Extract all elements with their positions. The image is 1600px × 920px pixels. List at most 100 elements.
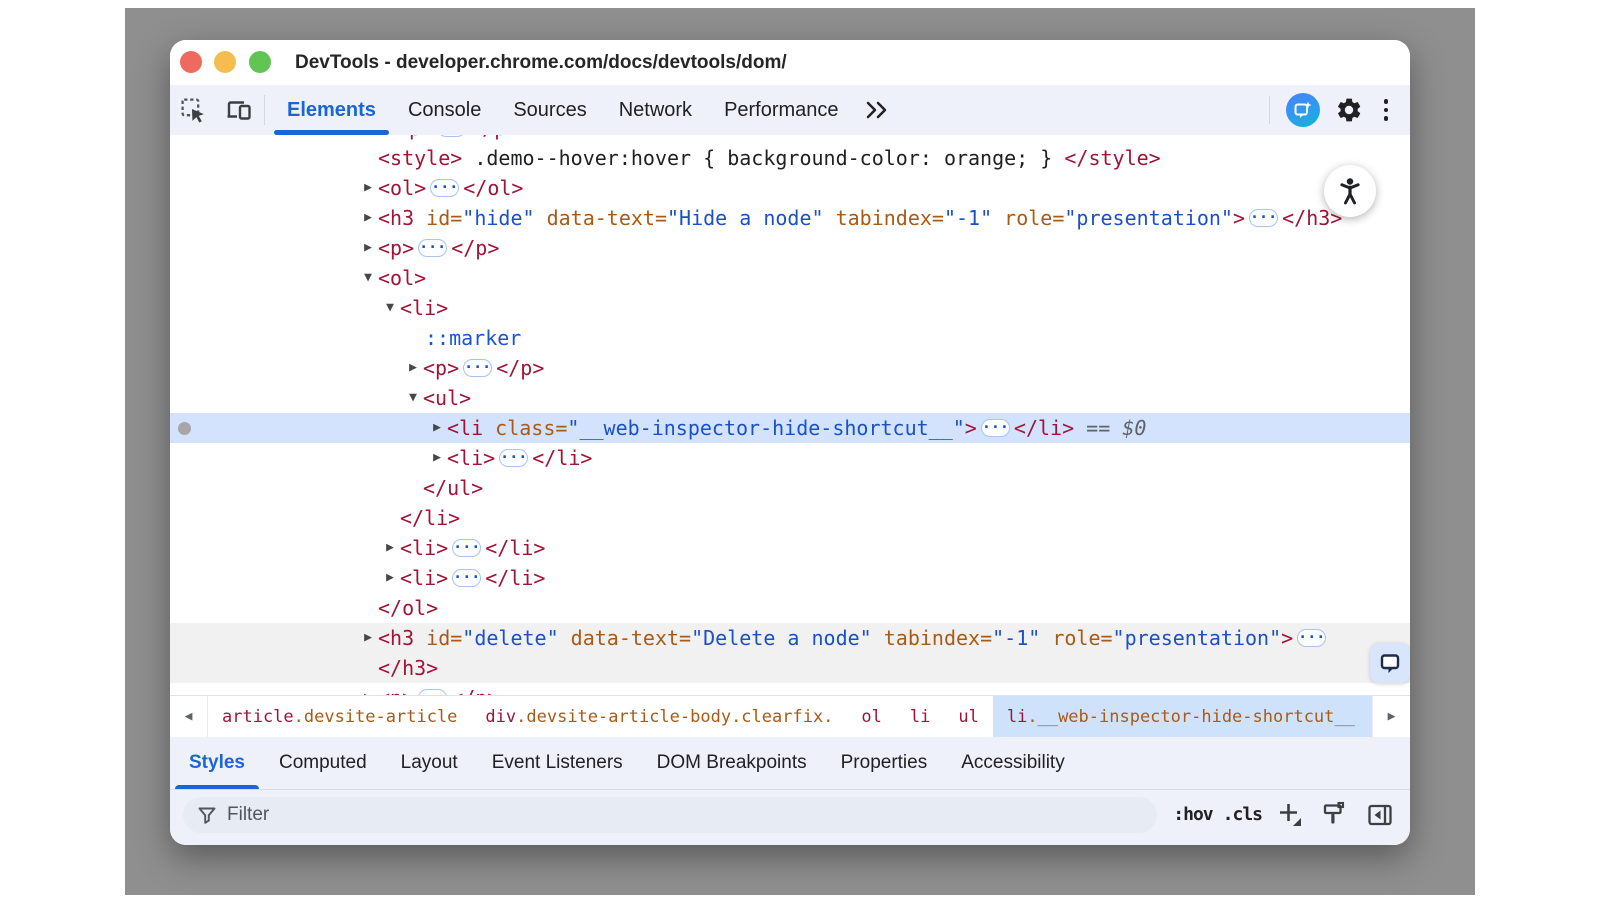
double-chevron-overflow-icon[interactable] [855, 85, 899, 135]
scroll-left-icon[interactable]: ◀ [170, 696, 208, 737]
code-token-attr: tabindex= [872, 626, 992, 650]
ellipsis-expand-button[interactable]: ··· [452, 569, 481, 587]
code-token-attr: id= [414, 626, 462, 650]
dom-tree-row[interactable]: </li> [170, 503, 1410, 533]
breadcrumb-item[interactable]: article.devsite-article [208, 696, 471, 737]
dom-tree-row[interactable]: ▼<ol> [170, 263, 1410, 293]
code-token-tag: > [1281, 626, 1293, 650]
ellipsis-expand-button[interactable]: ··· [1297, 629, 1326, 647]
scroll-right-icon[interactable]: ▶ [1372, 696, 1410, 737]
disclosure-arrow-icon[interactable]: ▶ [360, 173, 376, 203]
code-token-pseudo: ::marker [425, 326, 521, 350]
disclosure-arrow-icon[interactable]: ▶ [429, 413, 445, 443]
ellipsis-expand-button[interactable]: ··· [418, 239, 447, 257]
disclosure-arrow-icon[interactable]: ▶ [360, 683, 376, 695]
tab-console[interactable]: Console [392, 85, 497, 135]
tab-layout[interactable]: Layout [384, 737, 475, 789]
dom-tree-row[interactable]: ::marker [170, 323, 1410, 353]
gear-icon[interactable] [1328, 96, 1370, 124]
kebab-menu-icon[interactable] [1370, 93, 1403, 127]
ellipsis-expand-button[interactable]: ··· [430, 179, 459, 197]
tab-label: DOM Breakpoints [657, 752, 807, 774]
disclosure-arrow-icon[interactable]: ▶ [429, 443, 445, 473]
ellipsis-expand-button[interactable]: ··· [437, 135, 466, 137]
disclosure-arrow-icon[interactable]: ▼ [360, 263, 376, 293]
accessibility-person-icon[interactable] [1324, 165, 1376, 217]
ellipsis-expand-button[interactable]: ··· [981, 419, 1010, 437]
dom-tree-row[interactable]: </h3> [170, 653, 1410, 683]
tab-dom-breakpoints[interactable]: DOM Breakpoints [640, 737, 824, 789]
dom-tree-row[interactable]: ▶<ol>···</ol> [170, 173, 1410, 203]
code-token-tag: <h3 [378, 626, 414, 650]
disclosure-arrow-icon[interactable]: ▶ [382, 563, 398, 593]
minimize-traffic-light[interactable] [214, 51, 236, 73]
dom-tree-panel: ▶<p>···</p><style> .demo--hover:hover { … [170, 135, 1410, 695]
code-token-tag: <p> [397, 135, 433, 140]
code-token-dollar: $0 [1122, 416, 1146, 440]
close-traffic-light[interactable] [180, 51, 202, 73]
breadcrumb-item[interactable]: ul [944, 696, 992, 737]
dom-tree-row[interactable]: ▶<p>···</p> [170, 233, 1410, 263]
disclosure-arrow-icon[interactable]: ▶ [405, 353, 421, 383]
disclosure-arrow-icon[interactable]: ▼ [382, 293, 398, 323]
disclosure-arrow-icon[interactable]: ▶ [382, 533, 398, 563]
tab-network[interactable]: Network [603, 85, 708, 135]
ellipsis-expand-button[interactable]: ··· [418, 689, 447, 696]
code-token-tag: <li [447, 416, 483, 440]
tab-properties[interactable]: Properties [824, 737, 945, 789]
dom-tree-row[interactable]: ▶<p> ··· </p> [170, 135, 1410, 143]
tab-accessibility[interactable]: Accessibility [944, 737, 1081, 789]
dom-tree-row[interactable]: </ol> [170, 593, 1410, 623]
ai-assistant-icon[interactable] [1286, 93, 1320, 127]
dom-tree-row[interactable]: ▶<li>···</li> [170, 443, 1410, 473]
dom-tree-row[interactable]: ▶<h3 id="hide" data-text="Hide a node" t… [170, 203, 1410, 233]
code-token-tag: </li> [485, 536, 545, 560]
ellipsis-expand-button[interactable]: ··· [499, 449, 528, 467]
ellipsis-expand-button[interactable]: ··· [1249, 209, 1278, 227]
disclosure-arrow-icon[interactable]: ▼ [405, 383, 421, 413]
tab-computed[interactable]: Computed [262, 737, 384, 789]
dom-tree-row[interactable]: <style> .demo--hover:hover { background-… [170, 143, 1410, 173]
tab-styles[interactable]: Styles [172, 737, 262, 789]
ai-chat-adorner-icon[interactable] [1370, 643, 1410, 683]
code-token-tag: </ul> [423, 476, 483, 500]
toggle-hover-state-button[interactable]: :hov [1173, 804, 1212, 825]
inspect-cursor-icon[interactable] [170, 85, 216, 135]
dom-tree-row[interactable]: </ul> [170, 473, 1410, 503]
code-token-tag: </p> [470, 135, 518, 140]
code-token-val: "-1" [992, 626, 1040, 650]
dom-tree-row[interactable]: ▶<li>···</li> [170, 533, 1410, 563]
breadcrumb-item[interactable]: ol [847, 696, 895, 737]
tab-sources[interactable]: Sources [497, 85, 602, 135]
toggle-class-button[interactable]: .cls [1223, 804, 1262, 825]
filter-input[interactable]: Filter [183, 797, 1157, 833]
dom-tree-row[interactable]: ▶<p>···</p> [170, 683, 1410, 695]
dom-tree-row[interactable]: ▶<h3 id="delete" data-text="Delete a nod… [170, 623, 1410, 653]
tab-elements[interactable]: Elements [271, 85, 392, 135]
breadcrumb-item[interactable]: li.__web-inspector-hide-shortcut__ [993, 696, 1372, 737]
breadcrumb-item[interactable]: div.devsite-article-body.clearfix. [471, 696, 847, 737]
tab-label: Elements [287, 99, 376, 122]
breadcrumb: article.devsite-articlediv.devsite-artic… [208, 696, 1372, 737]
code-token-tag: </ol> [463, 176, 523, 200]
ellipsis-expand-button[interactable]: ··· [463, 359, 492, 377]
breadcrumb-item[interactable]: li [896, 696, 944, 737]
dom-tree-row[interactable]: ▶<li>···</li> [170, 563, 1410, 593]
paint-roller-icon[interactable] [1317, 801, 1352, 828]
code-token-val: "delete" [462, 626, 558, 650]
maximize-traffic-light[interactable] [249, 51, 271, 73]
tab-performance[interactable]: Performance [708, 85, 855, 135]
disclosure-arrow-icon[interactable]: ▶ [360, 623, 376, 653]
disclosure-arrow-icon[interactable]: ▶ [379, 135, 395, 143]
sidebar-toggle-icon[interactable] [1362, 801, 1398, 829]
dom-tree-row[interactable]: ▼<li> [170, 293, 1410, 323]
dom-tree-row[interactable]: ▶<p>···</p> [170, 353, 1410, 383]
disclosure-arrow-icon[interactable]: ▶ [360, 203, 376, 233]
ellipsis-expand-button[interactable]: ··· [452, 539, 481, 557]
dom-tree-row[interactable]: ▶<li class="__web-inspector-hide-shortcu… [170, 413, 1410, 443]
tab-event-listeners[interactable]: Event Listeners [475, 737, 640, 789]
device-toolbar-icon[interactable] [216, 85, 262, 135]
plus-new-rule-icon[interactable] [1272, 801, 1307, 828]
dom-tree-row[interactable]: ▼<ul> [170, 383, 1410, 413]
disclosure-arrow-icon[interactable]: ▶ [360, 233, 376, 263]
